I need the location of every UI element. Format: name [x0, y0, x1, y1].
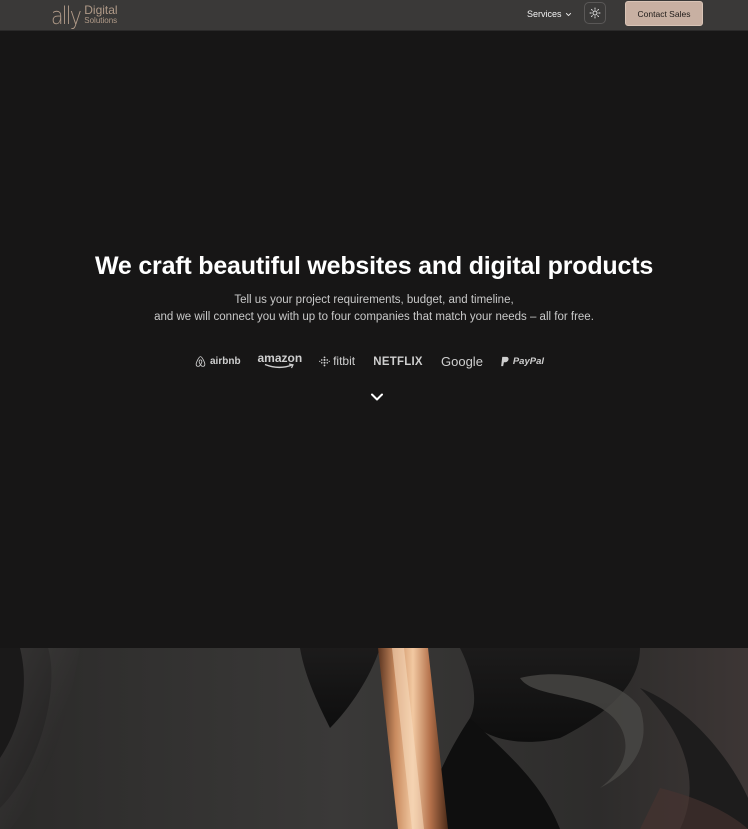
brand-google: Google	[441, 354, 483, 369]
brand-paypal-label: PayPal	[512, 355, 544, 367]
brand-google-label: Google	[441, 353, 483, 369]
fitbit-dots-icon	[319, 355, 330, 366]
hero-abstract-image	[0, 648, 748, 829]
brand-netflix-label: NETFLIX	[373, 354, 423, 368]
brand-airbnb-label: airbnb	[210, 355, 241, 367]
brand-airbnb: airbnb	[194, 355, 241, 368]
abstract-3d-image	[0, 648, 748, 829]
chevron-down-icon	[565, 12, 571, 16]
chevron-down-icon	[371, 393, 383, 401]
airbnb-icon	[195, 355, 206, 367]
logo-word-digital: Digital	[84, 3, 118, 17]
scroll-down-button[interactable]	[369, 390, 385, 404]
contact-sales-button[interactable]: Contact Sales	[625, 1, 703, 26]
logo-mark: ally	[51, 2, 82, 30]
logo-word-solutions: Solutions	[84, 16, 118, 25]
logo[interactable]: ally Digital Solutions	[51, 2, 118, 28]
services-menu[interactable]: Services	[527, 6, 572, 22]
brand-fitbit-label: fitbit	[333, 354, 356, 368]
hero-section: We craft beautiful websites and digital …	[0, 31, 748, 648]
services-label: Services	[527, 9, 562, 19]
brand-paypal: PayPal	[500, 356, 544, 367]
theme-toggle-button[interactable]	[584, 2, 606, 24]
sun-icon	[589, 7, 601, 19]
paypal-icon	[500, 356, 509, 366]
brand-netflix: NETFLIX	[373, 354, 423, 368]
hero-subtitle-line-1: Tell us your project requirements, budge…	[234, 294, 514, 306]
top-navbar: ally Digital Solutions Services Contact …	[0, 0, 748, 31]
hero-title: We craft beautiful websites and digital …	[94, 252, 654, 280]
amazon-smile-icon	[264, 363, 294, 369]
brand-logos: airbnb amazon fitbit NETFLIX Google PayP…	[194, 352, 544, 370]
hero-subtitle-line-2: and we will connect you with up to four …	[154, 311, 594, 323]
brand-amazon: amazon	[257, 352, 302, 369]
logo-text: Digital Solutions	[84, 4, 117, 28]
brand-fitbit: fitbit	[319, 354, 355, 368]
